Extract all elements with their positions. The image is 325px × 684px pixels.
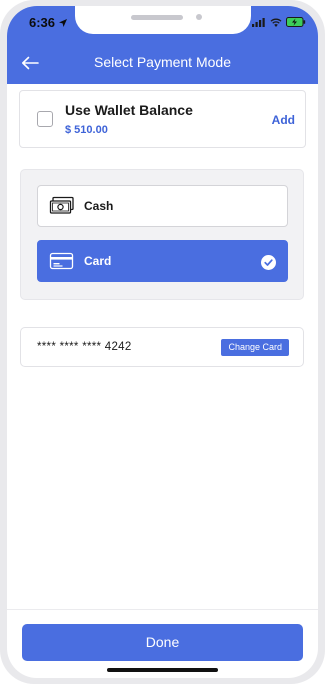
status-time: 6:36 <box>29 15 68 30</box>
card-icon <box>49 252 74 270</box>
wifi-icon <box>270 18 282 27</box>
speaker-grille <box>131 15 183 20</box>
page-title: Select Payment Mode <box>94 54 231 70</box>
app-header: 6:36 Select Payment Mode <box>7 6 318 84</box>
change-card-button[interactable]: Change Card <box>221 339 289 356</box>
payment-mode-card-label: Card <box>84 254 112 268</box>
status-indicators <box>252 17 306 27</box>
location-arrow-icon <box>59 18 68 27</box>
payment-mode-cash[interactable]: Cash <box>37 185 288 227</box>
app-screen: 6:36 Select Payment Mode Use Wallet Bala… <box>7 6 318 678</box>
saved-card-row: **** **** **** 4242 Change Card <box>20 327 304 367</box>
battery-charging-icon <box>286 17 306 27</box>
done-button[interactable]: Done <box>22 624 303 661</box>
front-camera <box>196 14 202 20</box>
wallet-balance-title: Use Wallet Balance <box>65 102 193 118</box>
payment-mode-group: Cash Card <box>20 169 304 300</box>
signal-icon <box>252 17 265 27</box>
wallet-balance-checkbox[interactable] <box>37 111 53 127</box>
phone-frame: 6:36 Select Payment Mode Use Wallet Bala… <box>0 0 325 684</box>
wallet-balance-card: Use Wallet Balance $ 510.00 Add <box>19 90 306 148</box>
payment-mode-card[interactable]: Card <box>37 240 288 282</box>
wallet-add-button[interactable]: Add <box>272 113 295 127</box>
payment-mode-cash-label: Cash <box>84 199 114 213</box>
check-circle-icon <box>261 255 276 270</box>
saved-card-number: **** **** **** 4242 <box>37 341 132 353</box>
home-indicator <box>107 668 218 672</box>
status-time-text: 6:36 <box>29 15 56 30</box>
notch <box>75 6 251 34</box>
wallet-balance-amount: $ 510.00 <box>65 124 108 136</box>
footer-divider <box>7 609 318 610</box>
cash-icon <box>49 196 74 214</box>
